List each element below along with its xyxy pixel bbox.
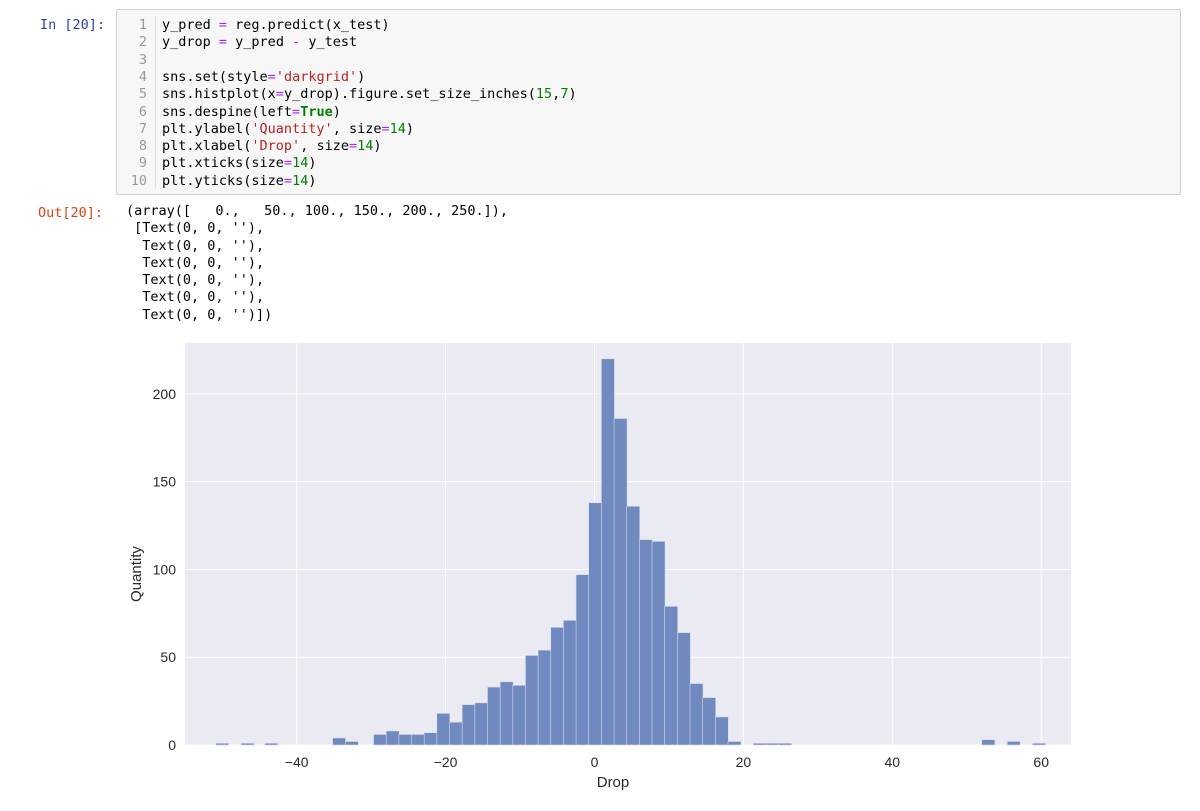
histogram-bar bbox=[752, 742, 767, 746]
code-line[interactable]: 1 y_pred = reg.predict(x_test) bbox=[117, 17, 1177, 34]
x-tick-label: −40 bbox=[285, 754, 309, 770]
output-line: Text(0, 0, '')]) bbox=[126, 306, 273, 323]
x-tick-label: −20 bbox=[434, 754, 458, 770]
output-text: (array([ 0., 50., 100., 150., 200., 250.… bbox=[126, 203, 508, 324]
y-tick-label: 50 bbox=[160, 649, 176, 665]
code-text: y_pred = reg.predict(x_test) bbox=[162, 17, 390, 33]
histogram-bar bbox=[714, 716, 729, 746]
output-line: (array([ 0., 50., 100., 150., 200., 250.… bbox=[126, 203, 509, 219]
code-text: plt.xticks(size=14) bbox=[162, 155, 317, 172]
output-line: Text(0, 0, ''), bbox=[126, 289, 265, 306]
y-tick-label: 150 bbox=[153, 474, 177, 490]
histogram-bar bbox=[765, 742, 780, 746]
code-line[interactable]: 9 plt.xticks(size=14) bbox=[117, 155, 1177, 172]
histogram-bar bbox=[525, 655, 539, 746]
histogram-bar bbox=[411, 734, 425, 746]
line-number: 9 bbox=[138, 155, 147, 172]
code-line[interactable]: 8 plt.xlabel('Drop', size=14) bbox=[117, 138, 1177, 155]
histogram-bar bbox=[240, 742, 255, 746]
y-tick-label: 200 bbox=[153, 386, 177, 402]
code-text: y_drop = y_pred - y_test bbox=[162, 34, 358, 51]
line-number: 2 bbox=[138, 34, 147, 51]
histogram-bar bbox=[474, 702, 489, 746]
x-tick-label: 0 bbox=[591, 754, 599, 770]
histogram-bar bbox=[664, 606, 678, 746]
output-line: [Text(0, 0, ''), bbox=[126, 220, 265, 237]
histogram-bar bbox=[436, 713, 451, 746]
histogram-bar bbox=[702, 697, 716, 746]
code-line[interactable]: 10 plt.yticks(size=14) bbox=[117, 173, 1177, 190]
histogram-bar bbox=[499, 681, 514, 746]
code-line[interactable]: 3 bbox=[117, 52, 1177, 69]
histogram-bar bbox=[651, 541, 666, 746]
histogram-bar bbox=[563, 620, 577, 746]
line-number: 3 bbox=[138, 51, 147, 68]
y-tick-label: 100 bbox=[153, 561, 177, 577]
x-tick-label: 60 bbox=[1033, 754, 1049, 770]
histogram-bar bbox=[1032, 742, 1046, 746]
y-tick-label: 0 bbox=[168, 737, 176, 753]
output-line: Text(0, 0, ''), bbox=[126, 272, 265, 289]
code-cell[interactable]: 1 y_pred = reg.predict(x_test) 2 y_drop = y… bbox=[116, 9, 1181, 195]
output-prompt: Out[20]: bbox=[38, 205, 104, 221]
x-tick-label: 20 bbox=[736, 754, 752, 770]
histogram-bar bbox=[398, 734, 413, 746]
code-line[interactable]: 7 plt.ylabel('Quantity', size=14) bbox=[117, 121, 1177, 138]
histogram-bar bbox=[344, 741, 359, 746]
histogram-bar bbox=[423, 732, 438, 746]
line-number: 5 bbox=[138, 86, 147, 103]
histogram-bar bbox=[677, 632, 691, 746]
histogram-bar bbox=[461, 704, 476, 746]
output-line: Text(0, 0, ''), bbox=[126, 237, 265, 254]
code-text: sns.set(style='darkgrid') bbox=[162, 68, 366, 85]
histogram-bar bbox=[550, 627, 565, 746]
x-axis-label: Drop bbox=[597, 774, 630, 791]
histogram-bar bbox=[1006, 741, 1021, 746]
histogram-bar bbox=[487, 686, 501, 746]
y-axis-label: Quantity bbox=[128, 546, 145, 602]
code-text: plt.ylabel('Quantity', size=14) bbox=[162, 120, 415, 137]
line-number: 1 bbox=[138, 17, 147, 33]
histogram-bar bbox=[639, 539, 653, 746]
output-line: Text(0, 0, ''), bbox=[126, 254, 265, 271]
histogram-bar bbox=[385, 730, 400, 746]
line-number: 4 bbox=[138, 68, 147, 85]
histogram-bar bbox=[588, 502, 603, 746]
x-tick-label: 40 bbox=[885, 754, 901, 770]
histogram-chart: −40 −20 0 20 40 60 0 50 100 150 200 Drop Quantity bbox=[128, 343, 1071, 791]
histogram-bar bbox=[613, 418, 628, 746]
histogram-bar bbox=[727, 741, 742, 746]
histogram-bar bbox=[689, 683, 704, 746]
histogram-bar bbox=[215, 742, 230, 746]
histogram-bar bbox=[575, 574, 590, 746]
code-line[interactable]: 6 sns.despine(left=True) bbox=[117, 104, 1177, 121]
histogram-bar bbox=[537, 649, 552, 746]
histogram-bar bbox=[981, 739, 996, 746]
histogram-bar bbox=[449, 721, 463, 746]
code-text: plt.xlabel('Drop', size=14) bbox=[162, 138, 382, 155]
code-line[interactable]: 4 sns.set(style='darkgrid') bbox=[117, 69, 1177, 86]
code-text: sns.despine(left=True) bbox=[162, 103, 341, 120]
x-tick-labels: −40 −20 0 20 40 60 bbox=[285, 754, 1049, 770]
line-number: 6 bbox=[138, 103, 147, 120]
histogram-bar bbox=[512, 685, 527, 746]
code-text: sns.histplot(x=y_drop).figure.set_size_i… bbox=[162, 86, 577, 103]
y-tick-labels: 0 50 100 150 200 bbox=[153, 386, 177, 753]
line-number: 7 bbox=[138, 120, 147, 137]
histogram-bar bbox=[601, 358, 615, 746]
histogram-bar bbox=[778, 742, 792, 746]
input-prompt: In [20]: bbox=[40, 17, 106, 33]
histogram-bar bbox=[332, 737, 346, 746]
histogram-bar bbox=[264, 742, 279, 746]
histogram-bar bbox=[626, 505, 641, 746]
histogram-bar bbox=[373, 734, 387, 746]
code-text: plt.yticks(size=14) bbox=[162, 172, 317, 189]
line-number: 8 bbox=[138, 138, 147, 155]
code-line[interactable]: 5 sns.histplot(x=y_drop).figure.set_size_… bbox=[117, 86, 1177, 103]
line-number: 10 bbox=[130, 172, 147, 189]
code-line[interactable]: 2 y_drop = y_pred - y_test bbox=[117, 34, 1177, 51]
